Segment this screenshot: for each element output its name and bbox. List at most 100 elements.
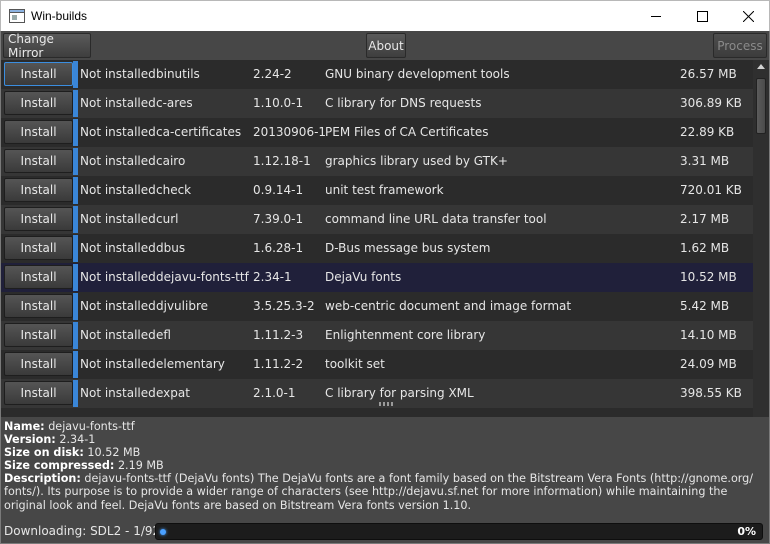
- package-size: 26.57 MB: [680, 67, 737, 81]
- package-version: 1.6.28-1: [253, 241, 304, 255]
- package-description: DejaVu fonts: [325, 270, 402, 284]
- package-status: Not installed: [80, 154, 156, 168]
- package-row[interactable]: Install Not installed c-ares 1.10.0-1 C libr…: [1, 89, 753, 118]
- package-row[interactable]: Install Not installed curl 7.39.0-1 command …: [1, 205, 753, 234]
- package-description: GNU binary development tools: [325, 67, 510, 81]
- version-label: Version:: [4, 433, 56, 447]
- install-button[interactable]: Install: [4, 381, 73, 405]
- package-row[interactable]: Install Not installed expat 2.1.0-1 C librar…: [1, 379, 753, 408]
- row-marker: [73, 322, 78, 349]
- install-button[interactable]: Install: [4, 265, 73, 289]
- package-name: dbus: [156, 241, 186, 255]
- package-row[interactable]: Install Not installed dejavu-fonts-ttf 2.34…: [1, 263, 753, 292]
- splitter-grip-icon[interactable]: [379, 402, 393, 406]
- package-name: cairo: [156, 154, 186, 168]
- package-status: Not installed: [80, 96, 156, 110]
- download-status: Downloading: SDL2 - 1/92: [4, 524, 161, 538]
- install-button[interactable]: Install: [4, 323, 73, 347]
- package-size: 3.31 MB: [680, 154, 730, 168]
- package-name: c-ares: [156, 96, 193, 110]
- description-line-2: fonts/). Its purpose is to provide a wid…: [4, 485, 728, 499]
- process-button[interactable]: Process: [713, 33, 767, 58]
- package-description: Enlightenment core library: [325, 328, 486, 342]
- package-version: 3.5.25.3-2: [253, 299, 315, 313]
- package-name: check: [156, 183, 192, 197]
- package-row[interactable]: Install Not installed dbus 1.6.28-1 D-Bus me…: [1, 234, 753, 263]
- row-marker: [73, 351, 78, 378]
- package-description: web-centric document and image format: [325, 299, 572, 313]
- package-description: command line URL data transfer tool: [325, 212, 547, 226]
- package-status: Not installed: [80, 67, 156, 81]
- scrollbar-thumb[interactable]: [756, 78, 766, 134]
- install-button[interactable]: Install: [4, 207, 73, 231]
- row-marker: [73, 177, 78, 204]
- install-button[interactable]: Install: [4, 149, 73, 173]
- compressed-size-value: 2.19 MB: [117, 459, 164, 473]
- package-status: Not installed: [80, 386, 156, 400]
- package-description: C library for DNS requests: [325, 96, 482, 110]
- close-button[interactable]: [725, 1, 770, 31]
- row-marker: [73, 148, 78, 175]
- package-description: D-Bus message bus system: [325, 241, 491, 255]
- package-size: 398.55 KB: [680, 386, 742, 400]
- window-title: Win-builds: [31, 9, 88, 23]
- package-row[interactable]: Install Not installed cairo 1.12.18-1 graphi…: [1, 147, 753, 176]
- package-name: ca-certificates: [156, 125, 242, 139]
- disk-size-value: 10.52 MB: [87, 446, 141, 460]
- package-name: binutils: [156, 67, 200, 81]
- package-status: Not installed: [80, 328, 156, 342]
- about-button[interactable]: About: [366, 33, 406, 58]
- package-description: toolkit set: [325, 357, 385, 371]
- package-version: 2.1.0-1: [253, 386, 296, 400]
- package-size: 5.42 MB: [680, 299, 730, 313]
- version-value: 2.34-1: [59, 433, 96, 447]
- change-mirror-button[interactable]: Change Mirror: [3, 32, 91, 60]
- row-marker: [73, 90, 78, 117]
- package-version: 1.11.2-2: [253, 357, 304, 371]
- package-version: 1.10.0-1: [253, 96, 304, 110]
- row-marker: [73, 119, 78, 146]
- package-row[interactable]: Install Not installed check 0.9.14-1 unit te…: [1, 176, 753, 205]
- package-version: 2.24-2: [253, 67, 292, 81]
- package-row[interactable]: Install Not installed ca-certificates 20130…: [1, 118, 753, 147]
- package-row[interactable]: Install Not installed djvulibre 3.5.25.3-2 w…: [1, 292, 753, 321]
- package-description: C library for parsing XML: [325, 386, 474, 400]
- minimize-button[interactable]: [633, 1, 679, 31]
- details-panel: Name: dejavu-fonts-ttf Version: 2.34-1 S…: [1, 417, 769, 517]
- package-name: expat: [156, 386, 190, 400]
- package-description: unit test framework: [325, 183, 444, 197]
- row-marker: [73, 61, 78, 88]
- package-status: Not installed: [80, 241, 156, 255]
- description-line-3: original look and feel. DejaVu fonts are…: [4, 498, 472, 512]
- toolbar: Change Mirror About Process: [1, 31, 769, 60]
- title-bar: Win-builds: [0, 0, 770, 31]
- package-status: Not installed: [80, 212, 156, 226]
- main-window: Change Mirror About Process Install Not i…: [0, 31, 770, 544]
- row-marker: [73, 235, 78, 262]
- install-button[interactable]: Install: [4, 91, 73, 115]
- vertical-scrollbar[interactable]: [753, 60, 769, 431]
- install-button[interactable]: Install: [4, 352, 73, 376]
- scroll-up-icon[interactable]: [757, 64, 765, 69]
- row-marker: [73, 380, 78, 407]
- maximize-icon: [696, 10, 708, 22]
- compressed-size-label: Size compressed:: [4, 459, 115, 473]
- package-version: 7.39.0-1: [253, 212, 304, 226]
- package-version: 20130906-1: [253, 125, 327, 139]
- package-row[interactable]: Install Not installed elementary 1.11.2-2 to…: [1, 350, 753, 379]
- package-row[interactable]: Install Not installed efl 1.11.2-3 Enlighten…: [1, 321, 753, 350]
- package-size: 10.52 MB: [680, 270, 737, 284]
- maximize-button[interactable]: [679, 1, 725, 31]
- package-version: 1.12.18-1: [253, 154, 311, 168]
- description-line-1: dejavu-fonts-ttf (DejaVu fonts) The Deja…: [84, 472, 754, 486]
- install-button[interactable]: Install: [4, 294, 73, 318]
- package-row[interactable]: Install Not installed binutils 2.24-2 GNU bi…: [1, 60, 753, 89]
- install-button[interactable]: Install: [4, 236, 73, 260]
- package-status: Not installed: [80, 357, 156, 371]
- package-size: 306.89 KB: [680, 96, 742, 110]
- install-button[interactable]: Install: [4, 120, 73, 144]
- install-button[interactable]: Install: [4, 178, 73, 202]
- progress-indicator: [160, 529, 166, 535]
- install-button[interactable]: Install: [4, 62, 73, 86]
- name-label: Name:: [4, 420, 45, 433]
